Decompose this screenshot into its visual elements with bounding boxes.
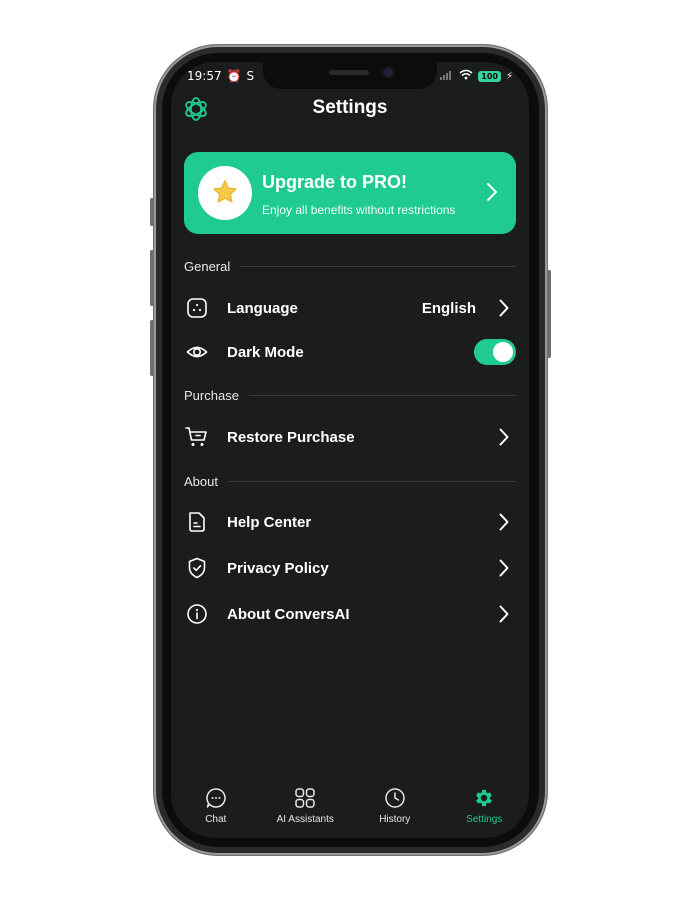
grid-icon: [293, 786, 317, 810]
language-row[interactable]: Language English: [184, 291, 516, 325]
divider: [248, 394, 516, 396]
divider: [227, 480, 516, 482]
dark-mode-toggle[interactable]: [474, 339, 516, 365]
gear-icon: [472, 786, 496, 810]
mute-switch: [150, 198, 154, 226]
app-screen: 19:57 ⏰ S 100 ⚡ Settings Upgrade to PRO!…: [171, 62, 529, 838]
section-title: About: [184, 473, 218, 489]
info-icon: [184, 601, 210, 627]
cart-icon: [184, 424, 210, 450]
status-bar-left: 19:57 ⏰ S: [187, 69, 254, 83]
chevron-right-icon: [496, 427, 512, 447]
pro-title: Upgrade to PRO!: [262, 172, 408, 192]
power-button: [547, 270, 551, 358]
section-title: General: [184, 258, 231, 274]
section-purchase-header: Purchase: [184, 387, 516, 403]
document-icon: [184, 509, 210, 535]
section-about-header: About: [184, 473, 516, 489]
shield-check-icon: [184, 555, 210, 581]
status-bar-right: 100 ⚡: [440, 69, 513, 83]
privacy-policy-label: Privacy Policy: [227, 559, 329, 577]
pro-badge: [198, 166, 252, 220]
star-icon: [213, 180, 237, 203]
clock-icon: [383, 786, 407, 810]
signal-icon: [440, 69, 454, 83]
help-center-label: Help Center: [227, 513, 312, 531]
divider: [240, 265, 516, 267]
wifi-icon: [459, 69, 473, 83]
bottom-tab-bar: Chat AI Assistants History Settings: [171, 786, 529, 838]
chevron-right-icon: [496, 512, 512, 532]
tab-label: Settings: [466, 814, 503, 825]
chevron-right-icon: [496, 558, 512, 578]
header: Settings: [171, 94, 529, 122]
tab-label: Chat: [205, 814, 227, 825]
language-icon: [184, 295, 210, 321]
section-title: Purchase: [184, 387, 239, 403]
tab-ai-assistants[interactable]: AI Assistants: [261, 786, 351, 838]
language-value: English: [421, 299, 476, 317]
dark-mode-row: Dark Mode: [184, 335, 516, 369]
privacy-policy-row[interactable]: Privacy Policy: [184, 551, 516, 585]
chevron-right-icon: [496, 604, 512, 624]
toggle-knob: [493, 342, 513, 362]
tab-settings[interactable]: Settings: [440, 786, 530, 838]
notch: [263, 62, 437, 89]
tab-history[interactable]: History: [350, 786, 440, 838]
volume-down-button: [150, 320, 154, 376]
language-label: Language: [227, 299, 298, 317]
restore-purchase-row[interactable]: Restore Purchase: [184, 420, 516, 454]
dark-mode-label: Dark Mode: [227, 343, 304, 361]
upgrade-pro-card[interactable]: Upgrade to PRO! Enjoy all benefits witho…: [184, 152, 516, 234]
status-time: 19:57: [187, 69, 222, 83]
about-app-label: About ConversAI: [227, 605, 350, 623]
chevron-right-icon: [496, 298, 512, 318]
alarm-off-icon: ⏰: [226, 69, 242, 83]
restore-purchase-label: Restore Purchase: [227, 428, 355, 446]
help-center-row[interactable]: Help Center: [184, 505, 516, 539]
page-title: Settings: [312, 97, 388, 118]
tab-chat[interactable]: Chat: [171, 786, 261, 838]
speaker: [329, 70, 369, 75]
tab-label: History: [379, 814, 411, 825]
about-app-row[interactable]: About ConversAI: [184, 597, 516, 631]
charging-icon: ⚡: [505, 70, 513, 82]
chevron-right-icon: [487, 183, 497, 201]
chat-bubble-icon: [204, 786, 228, 810]
tab-label: AI Assistants: [276, 814, 334, 825]
volume-up-button: [150, 250, 154, 306]
front-camera: [384, 68, 393, 77]
pro-subtitle: Enjoy all benefits without restrictions: [262, 203, 456, 217]
section-general-header: General: [184, 258, 516, 274]
s-icon: S: [246, 69, 255, 83]
battery-icon: 100: [478, 70, 501, 82]
eye-icon: [184, 339, 210, 365]
